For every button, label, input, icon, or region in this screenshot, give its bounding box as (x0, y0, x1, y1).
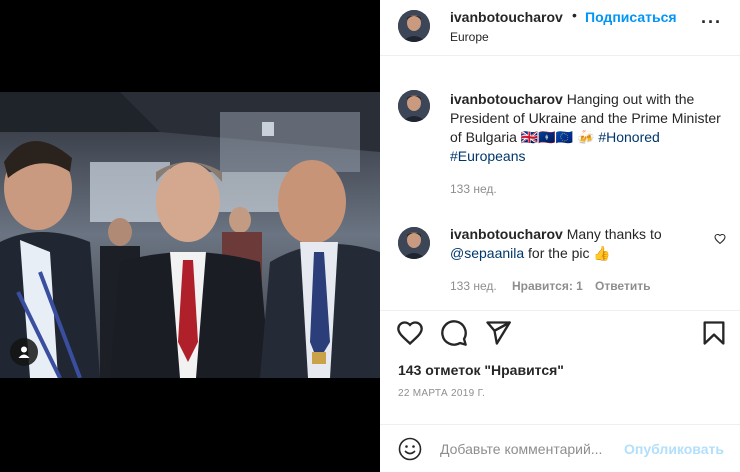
post-photo[interactable] (0, 92, 380, 378)
post-header: ivanbotoucharov • Подписаться Europe ··· (380, 0, 740, 56)
header-username[interactable]: ivanbotoucharov (450, 9, 563, 25)
comment-icon[interactable] (440, 319, 468, 347)
comment-input[interactable] (440, 437, 630, 461)
comment-username[interactable]: ivanbotoucharov (450, 226, 563, 242)
post-panel: ivanbotoucharov • Подписаться Europe ···… (380, 0, 740, 472)
comment: ivanbotoucharov Many thanks to @sepaanil… (450, 225, 710, 263)
comments-list: ivanbotoucharov Hanging out with the Pre… (380, 57, 740, 310)
action-bar (380, 310, 740, 350)
header-separator: • (572, 7, 577, 23)
follow-button[interactable]: Подписаться (585, 9, 677, 25)
location-link[interactable]: Europe (450, 30, 489, 44)
emoji-icon[interactable] (398, 437, 422, 461)
avatar[interactable] (398, 10, 430, 42)
user-tag-icon (18, 346, 30, 358)
reply-button[interactable]: Ответить (595, 279, 650, 293)
comment-avatar[interactable] (398, 227, 430, 259)
more-icon[interactable]: ··· (701, 12, 722, 33)
share-icon[interactable] (484, 319, 512, 347)
caption-avatar[interactable] (398, 90, 430, 122)
user-tag-button[interactable] (10, 338, 38, 366)
post-comment-button[interactable]: Опубликовать (624, 441, 724, 457)
comment-likes[interactable]: Нравится: 1 (512, 279, 583, 293)
comment-like-icon[interactable] (714, 233, 726, 245)
caption: ivanbotoucharov Hanging out with the Pre… (450, 90, 726, 166)
comment-text-after: for the pic 👍 (528, 245, 611, 261)
comment-composer: Опубликовать (380, 424, 740, 472)
comment-mention[interactable]: @sepaanila (450, 245, 524, 261)
comment-age[interactable]: 133 нед. (450, 279, 497, 293)
heart-icon[interactable] (396, 319, 424, 347)
likes-count[interactable]: 143 отметок "Нравится" (398, 362, 564, 378)
post-media (0, 0, 380, 472)
comment-text-before: Many thanks to (566, 226, 662, 242)
bookmark-icon[interactable] (700, 319, 728, 347)
caption-username[interactable]: ivanbotoucharov (450, 91, 563, 107)
post-date[interactable]: 22 МАРТА 2019 Г. (398, 388, 485, 399)
caption-age[interactable]: 133 нед. (450, 182, 497, 196)
